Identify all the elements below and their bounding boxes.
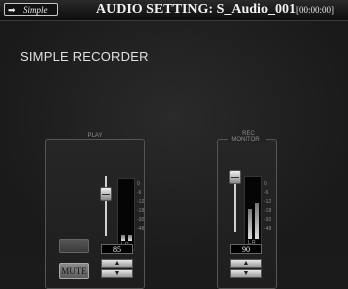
play-fader-knob[interactable] <box>100 187 112 201</box>
play-volume-value: 85 <box>101 244 133 254</box>
triangle-up-icon: ▲ <box>113 260 121 267</box>
rec-fader-knob[interactable] <box>229 170 241 184</box>
play-volume-up-button[interactable]: ▲ <box>101 259 133 268</box>
triangle-up-icon: ▲ <box>242 260 250 267</box>
mute-button[interactable]: MUTE <box>59 263 89 279</box>
play-option-button[interactable] <box>59 239 89 253</box>
rec-volume-value: 90 <box>230 244 262 254</box>
play-fader-track <box>105 176 107 236</box>
rec-level-meter: L R <box>244 176 262 248</box>
arrow-right-icon: ➡ <box>8 5 16 15</box>
rec-volume-stepper: ▲ ▼ <box>230 259 262 279</box>
triangle-down-icon: ▼ <box>242 270 250 277</box>
title-bar: ➡ Simple AUDIO SETTING: S_Audio_001 [00:… <box>0 0 348 21</box>
rec-meter-scale: 0 -6 -12 -18 -30 -48 <box>264 181 272 232</box>
triangle-down-icon: ▼ <box>113 270 121 277</box>
time-display: [00:00:00] <box>296 5 334 15</box>
rec-volume-up-button[interactable]: ▲ <box>230 259 262 268</box>
simple-mode-label: Simple <box>23 5 48 15</box>
play-volume-down-button[interactable]: ▼ <box>101 269 133 278</box>
rec-volume-down-button[interactable]: ▼ <box>230 269 262 278</box>
rec-monitor-panel: REC MONITOR L R 0 -6 -12 -18 -30 -48 90 ▲… <box>217 131 277 289</box>
window-title: AUDIO SETTING: S_Audio_001 <box>96 2 296 17</box>
play-meter-scale: 0 -6 -12 -18 -30 -48 <box>137 181 145 232</box>
rec-meter-bar-right <box>255 203 259 239</box>
rec-panel-title: REC MONITOR <box>228 131 266 143</box>
page-heading: SIMPLE RECORDER <box>20 49 149 64</box>
play-level-meter: L R <box>117 178 135 250</box>
simple-mode-button[interactable]: ➡ Simple <box>4 3 58 16</box>
play-volume-stepper: ▲ ▼ <box>101 259 133 279</box>
play-panel: PLAY L R 0 -6 -12 -18 -30 -48 85 MUTE ▲ … <box>45 133 145 289</box>
main-area: SIMPLE RECORDER PLAY L R 0 -6 -12 -18 -3… <box>0 21 348 289</box>
rec-meter-bar-left <box>248 209 252 239</box>
play-meter-bar-right <box>128 235 132 241</box>
play-panel-title: PLAY <box>84 133 106 139</box>
play-meter-bar-left <box>121 235 125 241</box>
